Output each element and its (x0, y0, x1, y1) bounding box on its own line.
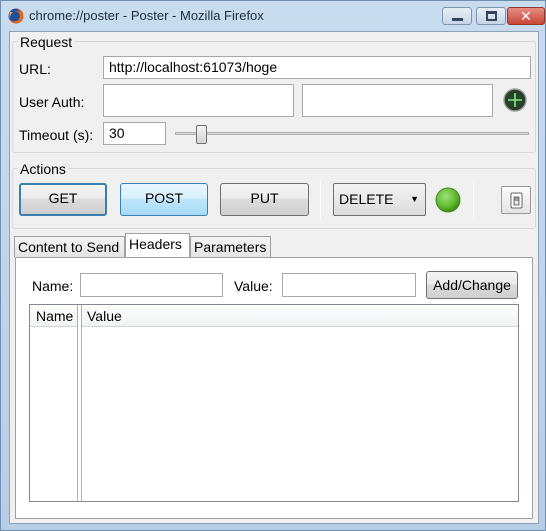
maximize-icon (486, 11, 497, 21)
close-icon: ✕ (520, 8, 532, 24)
password-input[interactable] (302, 84, 493, 117)
column-divider-2 (81, 305, 82, 501)
minimize-icon (452, 18, 463, 21)
tab-parameters[interactable]: Parameters (190, 236, 271, 257)
column-divider[interactable] (77, 305, 78, 501)
poster-dialog: Request URL: http://localhost:61073/hoge… (9, 31, 539, 524)
url-input[interactable]: http://localhost:61073/hoge (103, 56, 531, 79)
maximize-button[interactable] (476, 7, 506, 25)
timeout-slider-track (175, 132, 529, 135)
post-button[interactable]: POST (120, 183, 208, 216)
minimize-button[interactable] (442, 7, 472, 25)
switch-icon (510, 192, 523, 209)
method-select[interactable]: DELETE ▼ (333, 183, 426, 216)
title-bar[interactable]: chrome://poster - Poster - Mozilla Firef… (1, 1, 545, 31)
header-value-input[interactable] (282, 273, 416, 297)
timeout-label: Timeout (s): (19, 127, 94, 143)
window-title: chrome://poster - Poster - Mozilla Firef… (29, 8, 264, 23)
actions-separator (320, 181, 321, 219)
timeout-slider-thumb[interactable] (196, 125, 207, 144)
actions-separator-2 (473, 181, 474, 219)
header-value-label: Value: (234, 278, 273, 294)
settings-toggle-button[interactable] (501, 186, 531, 214)
green-circle-icon[interactable] (435, 187, 461, 213)
headers-tab-panel: Name: Value: Add/Change Name Value (15, 257, 533, 519)
user-auth-label: User Auth: (19, 94, 85, 110)
chevron-down-icon: ▼ (410, 194, 419, 204)
username-input[interactable] (103, 84, 294, 117)
timeout-slider[interactable] (175, 125, 529, 144)
method-select-value: DELETE (339, 191, 394, 207)
add-change-button[interactable]: Add/Change (426, 271, 518, 299)
column-header-value[interactable]: Value (81, 305, 518, 327)
headers-list[interactable]: Name Value (29, 304, 519, 502)
firefox-icon (8, 8, 24, 24)
close-button[interactable]: ✕ (507, 7, 545, 25)
get-button[interactable]: GET (19, 183, 107, 216)
google-login-icon[interactable] (503, 88, 527, 112)
header-name-label: Name: (32, 278, 74, 294)
column-header-name[interactable]: Name (30, 305, 77, 327)
actions-legend: Actions (18, 161, 68, 177)
put-button[interactable]: PUT (220, 183, 309, 216)
header-name-input[interactable] (80, 273, 223, 297)
tab-headers[interactable]: Headers (125, 233, 190, 257)
tab-content-to-send[interactable]: Content to Send (14, 236, 125, 257)
url-label: URL: (19, 61, 51, 77)
timeout-input[interactable]: 30 (103, 122, 166, 145)
request-legend: Request (18, 34, 75, 50)
app-window: chrome://poster - Poster - Mozilla Firef… (0, 0, 546, 531)
